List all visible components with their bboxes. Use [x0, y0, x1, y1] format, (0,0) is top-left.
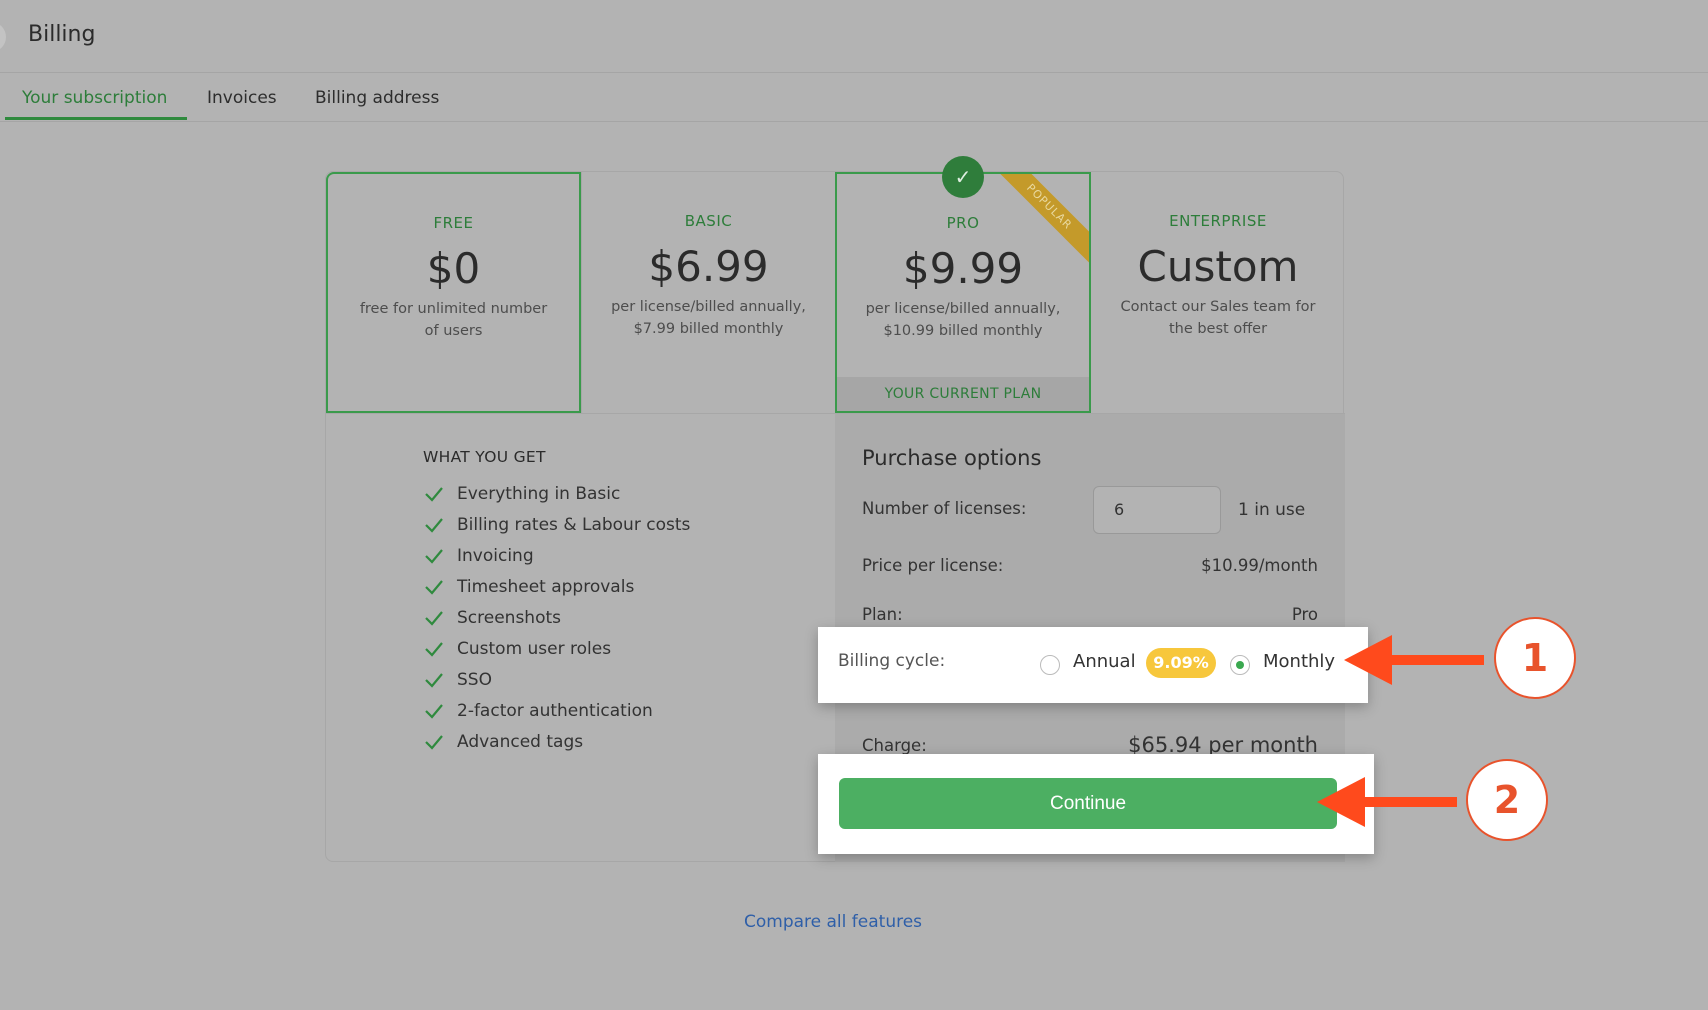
tab-invoices[interactable]: Invoices [207, 88, 277, 108]
feature-label: Custom user roles [457, 638, 612, 659]
plan-price: $9.99 [902, 244, 1024, 293]
plan-description: per license/billed annually, $10.99 bill… [865, 301, 1061, 339]
feature-list: Everything in Basic Billing rates & Labo… [423, 478, 690, 757]
continue-button[interactable]: Continue [839, 778, 1337, 829]
checkmark-icon [425, 579, 443, 595]
plan-card-basic[interactable]: BASIC $6.99 per license/billed annually,… [581, 172, 836, 413]
checkmark-icon [425, 672, 443, 688]
tab-your-subscription[interactable]: Your subscription [22, 88, 167, 108]
feature-label: Timesheet approvals [457, 576, 635, 597]
feature-item: 2-factor authentication [423, 695, 690, 726]
check-icon: ✓ [942, 156, 984, 198]
plan-label: Plan: [862, 605, 903, 624]
features-title: WHAT YOU GET [423, 448, 546, 466]
plan-value: Pro [1291, 605, 1318, 624]
plan-price: Custom [1137, 242, 1299, 291]
checkmark-icon [425, 517, 443, 533]
plan-row: Plan: Pro [862, 605, 1318, 624]
feature-label: SSO [457, 669, 492, 690]
feature-label: Billing rates & Labour costs [457, 514, 691, 535]
plan-description: Contact our Sales team for the best offe… [1120, 299, 1316, 337]
price-value: $10.99/month [1201, 556, 1318, 575]
feature-item: SSO [423, 664, 690, 695]
monthly-label[interactable]: Monthly [1263, 651, 1335, 672]
monthly-radio[interactable] [1230, 655, 1250, 675]
checkmark-icon [425, 610, 443, 626]
feature-label: Advanced tags [457, 731, 584, 752]
sidebar-toggle[interactable] [0, 22, 6, 52]
billing-cycle-highlight: Billing cycle: Annual 9.09% Monthly [818, 627, 1368, 703]
price-row: Price per license: $10.99/month [862, 556, 1318, 575]
billing-cycle-label: Billing cycle: [838, 651, 946, 671]
feature-label: Invoicing [457, 545, 534, 566]
plan-name: BASIC [684, 212, 733, 230]
plan-description: free for unlimited number of users [359, 301, 548, 339]
plan-description: per license/billed annually, $7.99 bille… [611, 299, 806, 337]
licenses-in-use: 1 in use [1238, 500, 1306, 520]
plan-card-pro[interactable]: POPULAR PRO $9.99 per license/billed ann… [835, 172, 1091, 413]
current-plan-label: YOUR CURRENT PLAN [837, 377, 1089, 411]
feature-item: Screenshots [423, 602, 690, 633]
plan-name: FREE [433, 214, 474, 232]
plan-card-free[interactable]: FREE $0 free for unlimited number of use… [326, 172, 581, 413]
plan-name: PRO [946, 214, 980, 232]
plan-name: ENTERPRISE [1169, 212, 1267, 230]
checkmark-icon [425, 486, 443, 502]
feature-item: Timesheet approvals [423, 571, 690, 602]
feature-item: Billing rates & Labour costs [423, 509, 690, 540]
plan-card-enterprise[interactable]: ENTERPRISE Custom Contact our Sales team… [1091, 172, 1345, 413]
billing-page: Billing Your subscription Invoices Billi… [0, 0, 1708, 1010]
page-header: Billing [0, 0, 1708, 73]
step-number: 1 [1494, 617, 1576, 699]
compare-features-link[interactable]: Compare all features [744, 912, 922, 932]
charge-label: Charge: [862, 736, 927, 755]
feature-item: Invoicing [423, 540, 690, 571]
annual-label[interactable]: Annual [1073, 651, 1136, 672]
plan-price: $6.99 [648, 242, 769, 291]
licenses-input[interactable]: 6 [1093, 486, 1221, 534]
charge-row: Charge: $65.94 per month [862, 733, 1318, 757]
feature-item: Everything in Basic [423, 478, 690, 509]
page-title: Billing [28, 22, 96, 47]
checkmark-icon [425, 548, 443, 564]
checkmark-icon [425, 641, 443, 657]
feature-item: Custom user roles [423, 633, 690, 664]
plan-price: $0 [426, 244, 481, 293]
step-number: 2 [1466, 759, 1548, 841]
active-tab-indicator [5, 117, 187, 120]
feature-label: Screenshots [457, 607, 562, 628]
feature-label: Everything in Basic [457, 483, 621, 504]
price-label: Price per license: [862, 556, 1004, 575]
feature-item: Advanced tags [423, 726, 690, 757]
discount-badge: 9.09% [1146, 648, 1216, 678]
checkmark-icon [425, 703, 443, 719]
purchase-options-title: Purchase options [862, 446, 1042, 470]
checkmark-icon [425, 734, 443, 750]
annual-radio[interactable] [1040, 655, 1060, 675]
licenses-label: Number of licenses: [862, 499, 1027, 518]
continue-highlight: Continue [818, 754, 1374, 854]
arrow-left-icon [1317, 777, 1457, 827]
tab-bar: Your subscription Invoices Billing addre… [0, 74, 1708, 122]
arrow-left-icon [1344, 635, 1484, 685]
tab-billing-address[interactable]: Billing address [315, 88, 439, 108]
feature-label: 2-factor authentication [457, 700, 653, 721]
